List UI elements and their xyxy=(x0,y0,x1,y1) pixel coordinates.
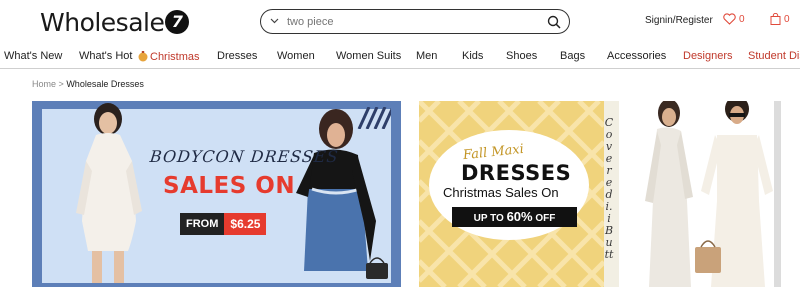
nav-item-women[interactable]: Women xyxy=(277,50,315,62)
nav-item-dresses[interactable]: Dresses xyxy=(217,50,257,62)
site-header: Wholesale 7 Signin/Register 0 0 xyxy=(0,0,800,42)
logo-text: Wholesale xyxy=(40,7,165,37)
nav-item-bags[interactable]: Bags xyxy=(560,50,585,62)
badge-value: 60% xyxy=(506,209,533,224)
nav-item-whats-hot[interactable]: What's Hot xyxy=(79,50,132,62)
banner-edge xyxy=(774,101,781,287)
wishlist-count: 0 xyxy=(739,13,745,25)
nav-item-kids[interactable]: Kids xyxy=(462,50,483,62)
search-icon[interactable] xyxy=(539,15,569,29)
shopping-bag-icon xyxy=(770,13,781,25)
price-from-label: FROM xyxy=(180,213,225,235)
nav-item-women-suits[interactable]: Women Suits xyxy=(336,50,401,62)
search-box[interactable] xyxy=(260,9,570,34)
banner-yellow-panel: Fall Maxi DRESSES Christmas Sales On UP … xyxy=(419,101,606,287)
nav-item-whats-new[interactable]: What's New xyxy=(4,50,62,62)
breadcrumb-separator: > xyxy=(58,79,64,89)
breadcrumb-home[interactable]: Home xyxy=(32,79,56,89)
banner-title: DRESSES xyxy=(461,161,572,185)
main-nav: What's New What's Hot Christmas Dresses … xyxy=(0,43,800,69)
logo-mark: 7 xyxy=(165,10,190,34)
banner-subtitle: Christmas Sales On xyxy=(443,185,559,200)
maxi-dresses-banner[interactable]: Fall Maxi DRESSES Christmas Sales On UP … xyxy=(419,101,781,287)
nav-item-christmas[interactable]: Christmas xyxy=(137,50,200,63)
search-input[interactable] xyxy=(287,15,539,28)
breadcrumb: Home > Wholesale Dresses xyxy=(32,79,144,89)
banner-headline: SALES ON xyxy=(163,173,296,199)
banner-model-panel xyxy=(619,101,781,287)
breadcrumb-current: Wholesale Dresses xyxy=(66,79,144,89)
vertical-caption-text: Covered i.i Butt xyxy=(604,116,614,261)
nav-item-men[interactable]: Men xyxy=(416,50,437,62)
heart-icon xyxy=(723,13,736,25)
wishlist-button[interactable]: 0 xyxy=(723,13,745,25)
price-amount: $6.25 xyxy=(224,213,267,235)
badge-prefix: UP TO xyxy=(473,213,504,224)
christmas-ornament-icon xyxy=(138,51,148,62)
vertical-caption: Covered i.i Butt xyxy=(602,117,616,261)
nav-item-student-discount[interactable]: Student Disco xyxy=(748,50,800,62)
banner-title: BODYCON DRESSES xyxy=(149,147,340,166)
discount-badge: UP TO 60% OFF xyxy=(452,207,577,227)
nav-item-christmas-label: Christmas xyxy=(150,51,200,63)
signin-register-link[interactable]: Signin/Register xyxy=(645,15,713,26)
nav-item-shoes[interactable]: Shoes xyxy=(506,50,537,62)
nav-item-accessories[interactable]: Accessories xyxy=(607,50,666,62)
cart-count: 0 xyxy=(784,13,790,25)
price-tag: FROM $6.25 xyxy=(180,213,267,235)
site-logo[interactable]: Wholesale 7 xyxy=(40,7,190,37)
bodycon-dresses-banner[interactable]: BODYCON DRESSES SALES ON FROM $6.25 xyxy=(32,101,401,287)
nav-item-designers[interactable]: Designers xyxy=(683,50,733,62)
banner-models-illustration xyxy=(645,101,773,287)
badge-suffix: OFF xyxy=(535,213,556,224)
cart-button[interactable]: 0 xyxy=(770,13,790,25)
decorative-stripes xyxy=(357,107,391,129)
chevron-down-icon[interactable] xyxy=(261,16,287,27)
